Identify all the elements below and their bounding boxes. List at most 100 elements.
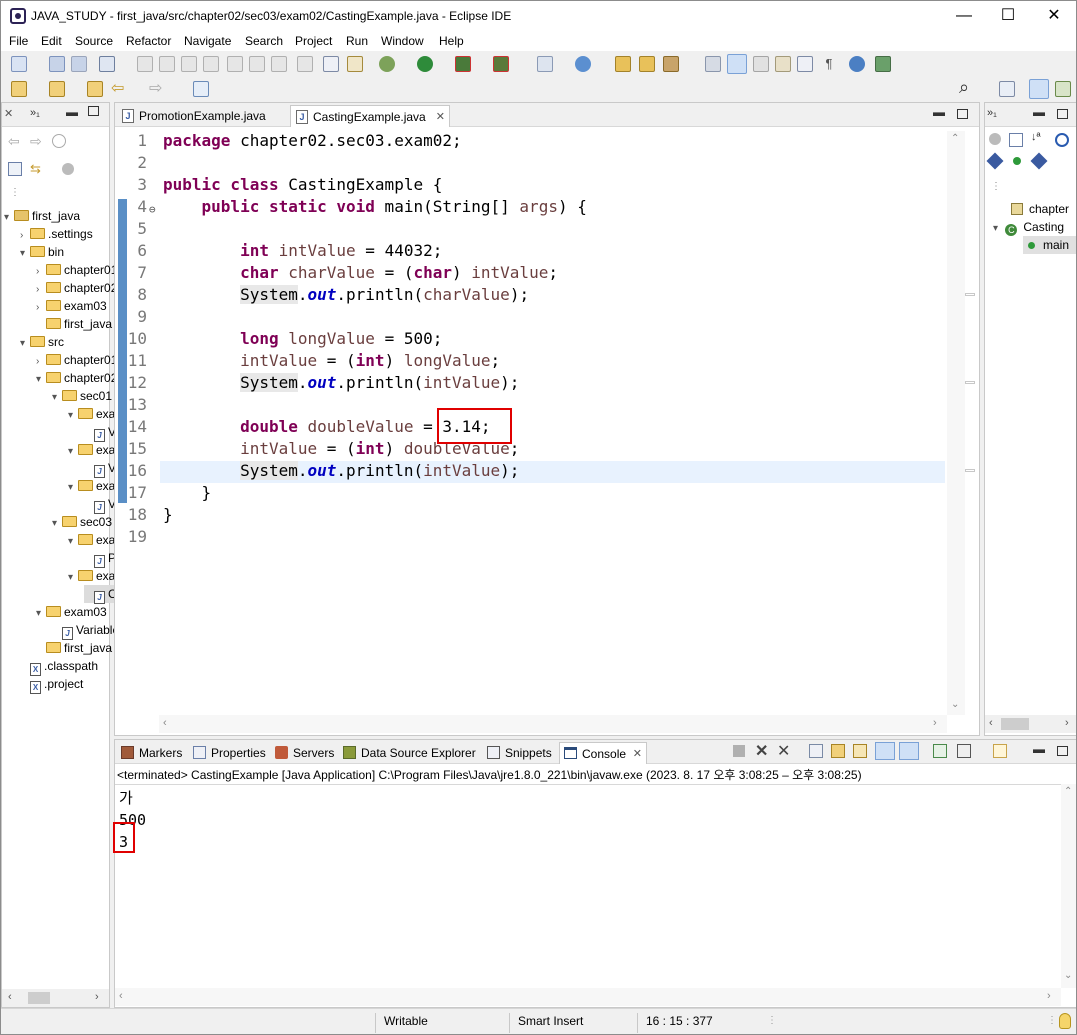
view-menu-overflow-icon[interactable]: »₁ (30, 107, 40, 119)
menu-edit[interactable]: Edit (41, 34, 62, 48)
outline-horizontal-scrollbar[interactable]: ‹ › (985, 715, 1076, 733)
tree-item[interactable]: ▾ sec03 (52, 513, 112, 531)
menu-navigate[interactable]: Navigate (184, 34, 231, 48)
show-console-on-error-icon[interactable] (899, 742, 919, 760)
show-whitespace-icon[interactable] (775, 56, 791, 72)
tree-item[interactable]: › exam03 (36, 297, 107, 315)
forward-nav-icon[interactable]: ⇨ (30, 133, 42, 150)
new-icon[interactable] (11, 56, 27, 72)
coverage-icon[interactable] (455, 56, 471, 72)
hide-local-types-icon[interactable] (1030, 152, 1048, 170)
expand-toggle-icon[interactable]: ▾ (36, 605, 46, 623)
toggle-mark-occurrences-icon[interactable] (705, 56, 721, 72)
tab-markers[interactable]: Markers (117, 742, 182, 764)
tree-item[interactable]: X .classpath (20, 657, 98, 676)
tree-item[interactable]: ▾ chapter02 (36, 369, 117, 387)
view-menu-overflow-icon[interactable]: »₁ (987, 107, 997, 119)
tab-snippets[interactable]: Snippets (483, 742, 552, 764)
use-step-filters-icon[interactable] (323, 56, 339, 72)
console-vertical-scrollbar[interactable]: ⌃ ⌄ (1061, 784, 1076, 988)
maximize-button[interactable]: ☐ (985, 1, 1031, 31)
debug-icon[interactable] (379, 56, 395, 72)
show-console-on-output-icon[interactable] (875, 742, 895, 760)
outline-item-method[interactable]: main (1023, 236, 1076, 254)
close-tab-icon[interactable]: ✕ (436, 106, 445, 128)
next-annotation-icon[interactable] (11, 81, 27, 97)
fold-icon[interactable]: ⊖ (149, 203, 156, 216)
link-with-editor-icon[interactable]: ⇆ (30, 162, 44, 176)
minimize-view-icon[interactable]: ▬ (66, 105, 78, 119)
tab-promotion-example[interactable]: J PromotionExample.java (117, 105, 287, 127)
step-over-icon[interactable] (249, 56, 265, 72)
tab-data-source-explorer[interactable]: Data Source Explorer (339, 742, 476, 764)
expand-toggle-icon[interactable]: ▾ (36, 371, 46, 389)
menu-project[interactable]: Project (295, 34, 332, 48)
minimize-console-icon[interactable]: ▬ (1033, 742, 1045, 756)
drop-to-frame-icon[interactable] (297, 56, 313, 72)
tree-item[interactable]: J Variable (52, 621, 119, 640)
debug-perspective-icon[interactable] (1055, 81, 1071, 97)
previous-annotation-icon[interactable] (49, 81, 65, 97)
explorer-horizontal-scrollbar[interactable]: ‹ › (2, 989, 109, 1007)
maximize-view-icon[interactable] (88, 106, 99, 116)
expand-toggle-icon[interactable]: ▾ (52, 389, 62, 407)
tree-item[interactable]: ▾ first_java (4, 207, 80, 225)
resume-icon[interactable] (137, 56, 153, 72)
open-type-icon[interactable] (615, 56, 631, 72)
scroll-lock-icon[interactable] (831, 744, 845, 758)
code-editor[interactable]: 1 2 3 4 5 6 7 8 9 10 11 12 13 14 15 16 17 18 19 ⊖ package … (117, 131, 947, 711)
remove-launch-icon[interactable]: ✕ (755, 741, 768, 761)
menu-window[interactable]: Window (381, 34, 424, 48)
web-browser-icon[interactable] (849, 56, 865, 72)
open-perspective-icon[interactable] (999, 81, 1015, 97)
open-task-icon[interactable] (639, 56, 655, 72)
expand-toggle-icon[interactable]: ▾ (68, 479, 78, 497)
forward-icon[interactable]: ⇨ (149, 81, 165, 97)
tree-item[interactable]: ▾ bin (20, 243, 64, 261)
remove-all-terminated-icon[interactable]: ✕ (777, 741, 790, 761)
hide-static-icon[interactable] (986, 152, 1004, 170)
maximize-view-icon[interactable] (1057, 109, 1068, 119)
new-java-class-icon[interactable] (575, 56, 591, 72)
menu-run[interactable]: Run (346, 34, 368, 48)
terminate-icon[interactable] (181, 56, 197, 72)
tree-item[interactable]: first_java (36, 315, 112, 333)
close-console-icon[interactable]: ✕ (633, 743, 642, 765)
expand-toggle-icon[interactable]: ▾ (4, 209, 14, 227)
step-return-icon[interactable] (271, 56, 287, 72)
new-java-project-icon[interactable] (537, 56, 553, 72)
outline-filter-icon[interactable] (989, 133, 1001, 145)
tree-item[interactable]: ▾ exar (68, 567, 119, 585)
minimize-button[interactable]: — (941, 1, 987, 31)
outline-item-package[interactable]: chapter (1011, 200, 1069, 218)
tree-item[interactable]: JV (84, 459, 116, 478)
up-nav-icon[interactable] (52, 134, 66, 148)
last-edit-location-icon[interactable] (87, 81, 103, 97)
open-console-icon[interactable] (993, 744, 1007, 758)
view-menu-icon[interactable]: ⋮ (10, 187, 20, 198)
tree-item[interactable]: ▾ exar (68, 405, 119, 423)
menu-source[interactable]: Source (75, 34, 113, 48)
display-selected-console-icon[interactable] (957, 744, 971, 758)
tab-servers[interactable]: Servers (271, 742, 334, 764)
menu-refactor[interactable]: Refactor (126, 34, 171, 48)
word-wrap-console-icon[interactable] (853, 744, 867, 758)
tree-item[interactable]: › chapter02 (36, 279, 117, 297)
tree-item[interactable]: JV (84, 495, 116, 514)
tree-item[interactable]: ▾ exar (68, 531, 119, 549)
tree-item[interactable]: ▾ exar (68, 477, 119, 495)
save-icon[interactable] (49, 56, 65, 72)
minimize-editor-icon[interactable]: ▬ (933, 105, 945, 119)
launch-config-icon[interactable] (875, 56, 891, 72)
pin-console-icon[interactable] (933, 744, 947, 758)
tree-item[interactable]: JV (84, 423, 116, 442)
search-tool-icon[interactable] (663, 56, 679, 72)
hide-fields-icon[interactable] (1055, 133, 1069, 147)
back-nav-icon[interactable]: ⇦ (8, 133, 20, 150)
run-icon[interactable] (417, 56, 433, 72)
word-wrap-icon[interactable] (797, 56, 813, 72)
expand-toggle-icon[interactable]: ▾ (68, 569, 78, 587)
expand-toggle-icon[interactable]: ▾ (68, 533, 78, 551)
editor-horizontal-scrollbar[interactable]: ‹ › (159, 715, 947, 733)
menu-help[interactable]: Help (439, 34, 464, 48)
